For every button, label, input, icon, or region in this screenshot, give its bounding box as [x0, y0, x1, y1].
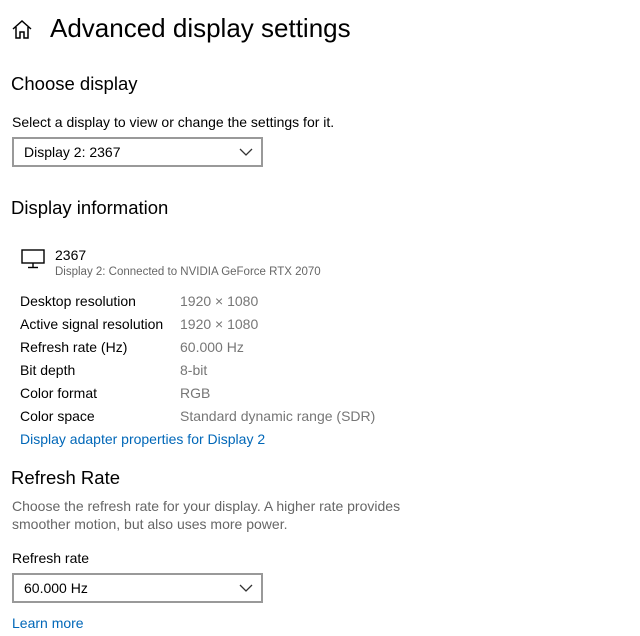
- info-label: Desktop resolution: [20, 293, 136, 309]
- display-connection: Display 2: Connected to NVIDIA GeForce R…: [55, 266, 321, 278]
- info-value: 8-bit: [180, 362, 208, 378]
- learn-more-link[interactable]: Learn more: [12, 614, 84, 632]
- choose-display-heading: Choose display: [11, 73, 138, 94]
- info-label: Color space: [20, 408, 95, 424]
- advanced-display-settings-page: Advanced display settings Choose display…: [0, 0, 640, 636]
- refresh-rate-heading: Refresh Rate: [11, 467, 120, 488]
- info-value: RGB: [180, 385, 211, 401]
- refresh-rate-value: 60.000 Hz: [24, 580, 88, 596]
- choose-display-instruction: Select a display to view or change the s…: [12, 114, 335, 130]
- info-label: Color format: [20, 385, 98, 401]
- page-title: Advanced display settings: [50, 13, 351, 43]
- monitor-icon: [21, 249, 45, 269]
- chevron-down-icon: [239, 584, 253, 592]
- info-label: Bit depth: [20, 362, 76, 378]
- display-name: 2367: [55, 247, 87, 263]
- info-label: Active signal resolution: [20, 316, 164, 332]
- info-value: 60.000 Hz: [180, 339, 244, 355]
- display-select-value: Display 2: 2367: [24, 144, 121, 160]
- info-value: 1920 × 1080: [180, 316, 259, 332]
- info-value: 1920 × 1080: [180, 293, 259, 309]
- display-information-heading: Display information: [11, 197, 169, 218]
- info-value: Standard dynamic range (SDR): [180, 408, 376, 424]
- info-label: Refresh rate (Hz): [20, 339, 128, 355]
- refresh-rate-field-label: Refresh rate: [12, 550, 90, 566]
- refresh-rate-dropdown[interactable]: 60.000 Hz: [12, 573, 263, 603]
- refresh-rate-description: Choose the refresh rate for your display…: [12, 498, 401, 532]
- home-icon[interactable]: [11, 18, 33, 40]
- display-select-dropdown[interactable]: Display 2: 2367: [12, 137, 263, 167]
- display-adapter-properties-link[interactable]: Display adapter properties for Display 2: [20, 430, 265, 448]
- chevron-down-icon: [239, 148, 253, 156]
